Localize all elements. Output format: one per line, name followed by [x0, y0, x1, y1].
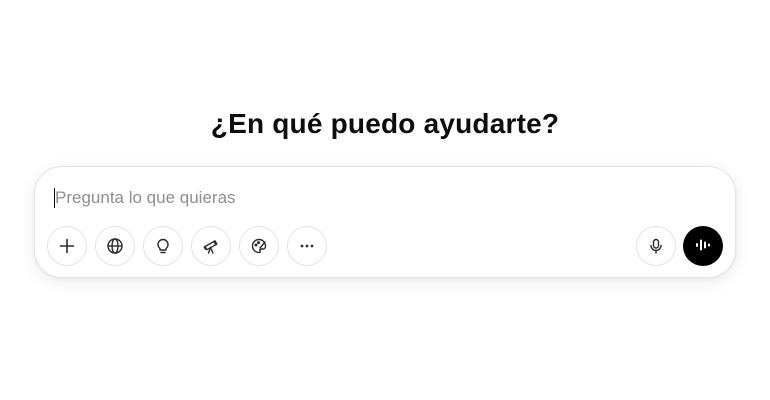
- composer-actions: [636, 226, 723, 266]
- deep-research-button[interactable]: [191, 226, 231, 266]
- add-attachment-button[interactable]: [47, 226, 87, 266]
- microphone-icon: [647, 237, 665, 255]
- reason-button[interactable]: [143, 226, 183, 266]
- page: ¿En qué puedo ayudarte?: [0, 0, 770, 400]
- voice-waveform-icon: [693, 235, 713, 258]
- composer-toolbar: [47, 226, 327, 266]
- text-cursor: [54, 188, 55, 208]
- prompt-composer: [34, 166, 736, 278]
- page-title: ¿En qué puedo ayudarte?: [210, 108, 560, 139]
- dictate-button[interactable]: [636, 226, 676, 266]
- more-dots-icon: [298, 237, 316, 255]
- more-tools-button[interactable]: [287, 226, 327, 266]
- create-image-button[interactable]: [239, 226, 279, 266]
- paint-palette-icon: [250, 237, 268, 255]
- plus-icon: [58, 237, 76, 255]
- prompt-input[interactable]: [55, 185, 655, 211]
- telescope-icon: [202, 237, 220, 255]
- lightbulb-icon: [154, 237, 172, 255]
- web-search-button[interactable]: [95, 226, 135, 266]
- globe-icon: [106, 237, 124, 255]
- voice-mode-button[interactable]: [683, 226, 723, 266]
